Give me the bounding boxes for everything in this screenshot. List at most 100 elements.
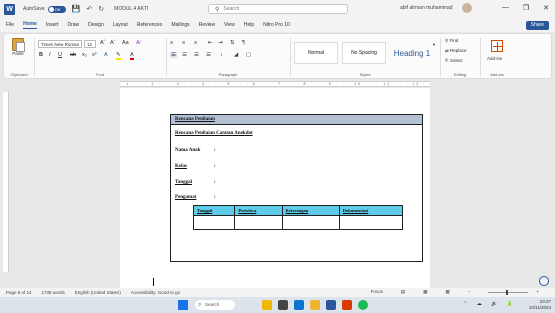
chrome-icon[interactable] (358, 300, 368, 310)
document-page[interactable]: Rencana Penilaian Rencana Penilaian Cata… (120, 88, 430, 288)
increase-indent-icon[interactable]: ⇥ (218, 40, 223, 46)
read-mode-icon[interactable]: ▤ (401, 289, 405, 295)
tab-view[interactable]: View (224, 22, 235, 28)
clear-format-icon[interactable]: A∕ (136, 40, 141, 46)
zoom-slider[interactable] (488, 290, 529, 295)
text-effects-icon[interactable]: A (104, 52, 108, 58)
style-heading-1[interactable]: Heading 1 (390, 42, 434, 64)
addins-button-label[interactable]: Add-ins (487, 56, 502, 61)
web-layout-icon[interactable]: ▦ (445, 289, 449, 295)
style-no-spacing[interactable]: No Spacing (342, 42, 386, 64)
edge-icon[interactable] (294, 300, 304, 310)
system-tray[interactable]: ⌃ ☁ 🔊 🔋 (463, 301, 517, 307)
tab-layout[interactable]: Layout (113, 22, 128, 28)
tab-help[interactable]: Help (244, 22, 254, 28)
field-pengamat[interactable]: Pengamat (175, 195, 196, 200)
tab-draw[interactable]: Draw (67, 22, 79, 28)
strikethrough-icon[interactable]: ab (70, 52, 76, 58)
assessment-title[interactable]: Rencana Penilaian (175, 117, 215, 122)
styles-more-icon[interactable]: ▼ (432, 42, 436, 47)
subscript-icon[interactable]: x₂ (82, 52, 87, 58)
anecdote-table[interactable]: Tanggal Peristiwa Keterangan Dokumentasi (192, 205, 404, 230)
tab-file[interactable]: File (6, 22, 14, 28)
change-case-icon[interactable]: Aa (122, 40, 129, 46)
borders-icon[interactable]: ▢ (246, 52, 251, 58)
find-button[interactable]: ⚲ Find (445, 38, 458, 44)
user-name[interactable]: abif alrman muhammad (400, 5, 453, 11)
task-view-icon[interactable] (278, 300, 288, 310)
tab-home[interactable]: Home (23, 21, 37, 29)
multilevel-list-icon[interactable]: ≡ (194, 40, 197, 46)
table-header-peristiwa[interactable]: Peristiwa (234, 205, 283, 216)
table-header-keterangan[interactable]: Keterangan (281, 205, 340, 216)
font-name-field[interactable]: Times New Roman (38, 40, 82, 48)
grow-font-icon[interactable]: Aˆ (100, 40, 106, 46)
addins-icon[interactable] (491, 40, 503, 52)
copilot-icon[interactable] (539, 276, 549, 286)
highlight-icon[interactable]: ✎ (116, 52, 121, 60)
close-icon[interactable]: ✕ (543, 4, 549, 12)
numbering-icon[interactable]: ≡ (182, 40, 185, 46)
tab-insert[interactable]: Insert (46, 22, 59, 28)
align-center-icon[interactable]: ☰ (182, 52, 187, 58)
field-tanggal[interactable]: Tanggal (175, 180, 192, 185)
font-color-icon[interactable]: A (130, 52, 134, 60)
undo-icon[interactable]: ↶ (86, 5, 92, 13)
clock[interactable]: 23:27 10/11/2024 (529, 299, 551, 311)
start-icon[interactable] (178, 300, 188, 310)
show-marks-icon[interactable]: ¶ (242, 40, 245, 46)
font-size-field[interactable]: 12 (84, 40, 96, 48)
paste-button[interactable]: Paste (12, 38, 25, 56)
tab-review[interactable]: Review (199, 22, 215, 28)
zoom-out-icon[interactable]: − (468, 289, 471, 295)
restore-icon[interactable]: ❐ (523, 4, 529, 12)
sort-icon[interactable]: ⇅ (230, 40, 235, 46)
language[interactable]: English (United States) (75, 290, 121, 295)
table-cell[interactable] (192, 215, 236, 230)
page-count[interactable]: Page 8 of 14 (6, 290, 32, 295)
replace-button[interactable]: ⇄ Replace (445, 48, 467, 54)
redo-icon[interactable]: ↻ (98, 5, 104, 13)
bullets-icon[interactable]: ≡ (170, 40, 173, 46)
taskbar-search[interactable]: Search (195, 300, 235, 310)
print-layout-icon[interactable]: ▩ (423, 289, 427, 295)
widgets-icon[interactable] (262, 300, 272, 310)
save-icon[interactable]: 💾 (72, 5, 81, 13)
decrease-indent-icon[interactable]: ⇤ (208, 40, 213, 46)
select-button[interactable]: ⇱ Select (445, 58, 463, 64)
field-nama-anak[interactable]: Nama Anak (175, 148, 200, 153)
tab-references[interactable]: References (137, 22, 163, 28)
shrink-font-icon[interactable]: Aˇ (110, 40, 116, 46)
table-header-dokumentasi[interactable]: Dokumentasi (338, 205, 404, 216)
table-header-tanggal[interactable]: Tanggal (192, 205, 236, 216)
ruler-scale[interactable]: · 1 · · · 2 · · · 3 · · · 4 · · · 5 · · … (120, 81, 430, 87)
tab-nitro[interactable]: Nitro Pro 10 (263, 22, 290, 28)
shading-icon[interactable]: ◢ (234, 52, 238, 58)
table-cell[interactable] (281, 215, 340, 230)
word-taskbar-icon[interactable] (326, 300, 336, 310)
document-title[interactable]: MODUL 4 AKTI (114, 6, 148, 12)
minimize-icon[interactable]: — (502, 4, 509, 12)
field-kelas[interactable]: Kelas (175, 164, 187, 169)
style-normal[interactable]: Normal (294, 42, 338, 64)
zoom-in-icon[interactable]: + (536, 289, 539, 295)
line-spacing-icon[interactable]: ↕ (220, 52, 223, 58)
underline-icon[interactable]: U (58, 52, 62, 58)
superscript-icon[interactable]: x² (92, 52, 97, 58)
justify-icon[interactable]: ☰ (206, 52, 211, 58)
tab-mailings[interactable]: Mailings (171, 22, 189, 28)
align-right-icon[interactable]: ☰ (194, 52, 199, 58)
table-cell[interactable] (234, 215, 283, 230)
avatar[interactable] (462, 3, 472, 13)
assessment-subtitle[interactable]: Rencana Penilaian Catatan Anekdot (175, 131, 253, 136)
align-left-icon[interactable]: ☰ (170, 52, 177, 58)
italic-icon[interactable]: I (49, 52, 51, 58)
office-icon[interactable] (342, 300, 352, 310)
table-cell[interactable] (338, 215, 404, 230)
search-input[interactable]: ⚲ Search (208, 4, 348, 14)
tab-design[interactable]: Design (88, 22, 104, 28)
share-button[interactable]: Share (525, 21, 549, 30)
word-count[interactable]: 1738 words (42, 290, 65, 295)
bold-icon[interactable]: B (39, 52, 43, 58)
file-explorer-icon[interactable] (310, 300, 320, 310)
